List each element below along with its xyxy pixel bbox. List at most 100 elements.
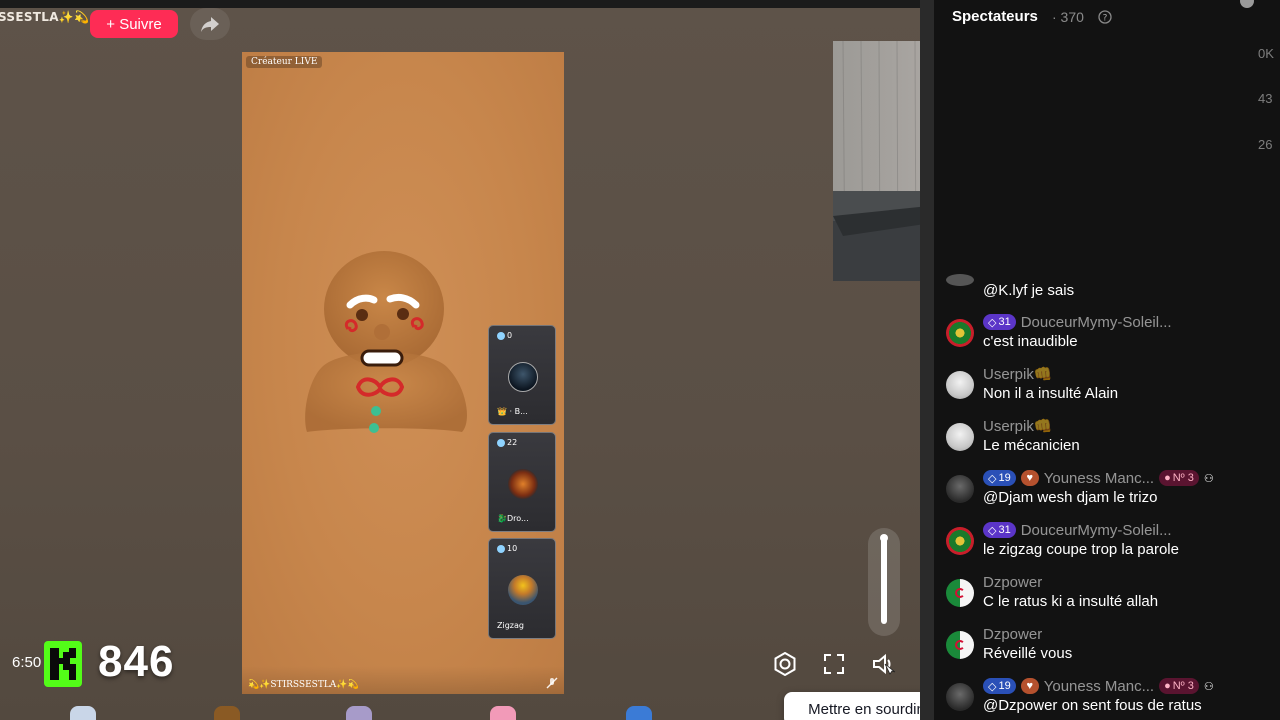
help-icon[interactable]: ?	[1098, 10, 1112, 24]
message-header: Userpik👊	[983, 417, 1053, 435]
level-value: 19	[998, 472, 1011, 484]
moderator-icon: ⚇	[1203, 472, 1214, 485]
side-count: 0K	[1258, 46, 1274, 61]
gift-icon[interactable]	[70, 706, 96, 720]
message-header: Dzpower	[983, 625, 1042, 643]
message-header: Dzpower	[983, 573, 1042, 591]
guest-score: 0	[497, 331, 512, 340]
guest-score: 10	[497, 544, 517, 553]
avatar[interactable]	[946, 683, 974, 711]
volume-knob[interactable]	[880, 534, 888, 542]
rank-value: Nº 3	[1172, 472, 1194, 484]
live-video[interactable]: Créateur LIVE 0 👑 · B... 22 🐉Dro... 10 Z…	[242, 52, 564, 694]
share-button[interactable]	[190, 8, 230, 40]
live-tag: Créateur LIVE	[246, 56, 323, 68]
moderator-icon: ⚇	[1203, 680, 1214, 693]
avatar	[946, 274, 974, 286]
message-text: Le mécanicien	[983, 437, 1080, 454]
diamond-icon: ◇	[988, 680, 997, 693]
username[interactable]: DouceurMymy-Soleil...	[1021, 522, 1172, 539]
volume-fill	[881, 538, 887, 624]
viewers-title[interactable]: Spectateurs	[952, 8, 1038, 25]
crescent-icon	[955, 640, 965, 650]
share-icon	[201, 17, 219, 32]
guest-name: 🐉Dro...	[497, 514, 529, 523]
diamond-icon	[497, 331, 505, 340]
medal-icon: ●	[1164, 680, 1171, 692]
muted-mic-icon[interactable]	[546, 677, 558, 689]
gift-bar	[0, 702, 920, 720]
message-text: @Djam wesh djam le trizo	[983, 489, 1158, 506]
guest-tile[interactable]: 10 Zigzag	[488, 538, 556, 639]
rank-badge: ● Nº 3	[1159, 678, 1199, 694]
guest-tile[interactable]: 22 🐉Dro...	[488, 432, 556, 532]
guest-avatar	[508, 575, 538, 605]
avatar[interactable]	[946, 475, 974, 503]
time-display: 6:50	[12, 654, 42, 671]
settings-button[interactable]	[769, 648, 801, 680]
avatar[interactable]	[946, 527, 974, 555]
viewers-count: · 370	[1052, 9, 1084, 25]
username[interactable]: Userpik👊	[983, 417, 1053, 435]
guest-name: 👑 · B...	[497, 407, 528, 416]
avatar[interactable]	[946, 319, 974, 347]
mute-button[interactable]	[868, 648, 900, 680]
rank-value: Nº 3	[1172, 680, 1194, 692]
message-text: le zigzag coupe trop la parole	[983, 541, 1179, 558]
level-badge: ◇ 19	[983, 678, 1016, 694]
message-text: Non il a insulté Alain	[983, 385, 1119, 402]
speaker-icon	[873, 653, 896, 675]
avatar[interactable]	[946, 423, 974, 451]
level-badge: ◇ 31	[983, 314, 1016, 330]
medal-icon: ●	[1164, 472, 1171, 484]
guest-avatar	[508, 469, 538, 499]
diamond-icon: ◇	[988, 524, 997, 537]
message-text: Réveillé vous	[983, 645, 1073, 662]
gift-icon[interactable]	[490, 706, 516, 720]
level-badge: ◇ 19	[983, 470, 1016, 486]
gear-icon	[774, 652, 796, 676]
message-header: ◇ 31 DouceurMymy-Soleil...	[983, 313, 1172, 331]
side-count: 43	[1258, 91, 1273, 106]
rank-badge: ● Nº 3	[1159, 470, 1199, 486]
username[interactable]: Dzpower	[983, 574, 1042, 591]
kick-logo-icon	[44, 641, 82, 687]
fullscreen-icon	[824, 654, 844, 674]
chat-divider	[920, 0, 934, 720]
gift-icon[interactable]	[626, 706, 652, 720]
volume-slider[interactable]	[868, 528, 900, 636]
message-header: ◇ 31 DouceurMymy-Soleil...	[983, 521, 1172, 539]
follow-button[interactable]: + Suivre	[90, 10, 178, 38]
message-text: c'est inaudible	[983, 333, 1078, 350]
fullscreen-button[interactable]	[818, 648, 850, 680]
message-header: ◇ 19 ♥ Youness Manc... ● Nº 3 ⚇	[983, 469, 1218, 487]
avatar[interactable]	[946, 371, 974, 399]
diamond-icon	[497, 438, 505, 447]
guest-tile[interactable]: 0 👑 · B...	[488, 325, 556, 425]
viewer-counter: 846	[98, 637, 175, 686]
username[interactable]: Youness Manc...	[1044, 470, 1154, 487]
gift-icon[interactable]	[214, 706, 240, 720]
message-text: @Dzpower on sent fous de ratus	[983, 697, 1202, 714]
level-value: 31	[998, 524, 1011, 536]
message-text: @K.lyf je sais	[983, 282, 1075, 299]
diamond-icon: ◇	[988, 316, 997, 329]
guest-name: Zigzag	[497, 621, 524, 630]
username[interactable]: Youness Manc...	[1044, 678, 1154, 695]
avatar[interactable]	[946, 579, 974, 607]
username[interactable]: DouceurMymy-Soleil...	[1021, 314, 1172, 331]
diamond-icon: ◇	[988, 472, 997, 485]
level-value: 19	[998, 680, 1011, 692]
top-bar	[0, 0, 920, 8]
svg-text:?: ?	[1103, 14, 1108, 24]
gift-icon[interactable]	[346, 706, 372, 720]
username[interactable]: Dzpower	[983, 626, 1042, 643]
host-label: 💫✨STIRSSESTLA✨💫	[248, 680, 359, 690]
fan-club-icon: ♥	[1020, 470, 1039, 486]
message-text: C le ratus ki a insulté allah	[983, 593, 1159, 610]
gingerbread-filter	[305, 251, 467, 433]
creator-name[interactable]: SSESTLA✨💫	[0, 10, 89, 24]
username[interactable]: Userpik👊	[983, 365, 1053, 383]
avatar[interactable]	[946, 631, 974, 659]
chat-panel	[920, 0, 1280, 720]
